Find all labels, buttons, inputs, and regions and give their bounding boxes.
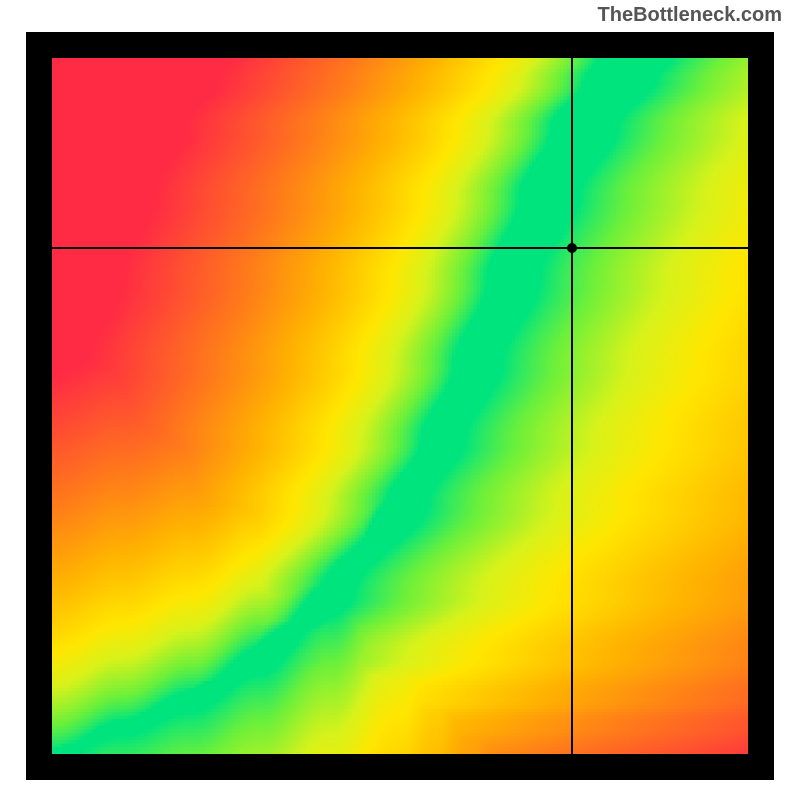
data-point-marker [567, 243, 577, 253]
heatmap-plot-area [52, 58, 748, 754]
chart-frame [26, 32, 774, 780]
heatmap-canvas [52, 58, 748, 754]
attribution-text: TheBottleneck.com [598, 4, 782, 27]
crosshair-vertical [571, 58, 573, 754]
crosshair-horizontal [52, 247, 748, 249]
